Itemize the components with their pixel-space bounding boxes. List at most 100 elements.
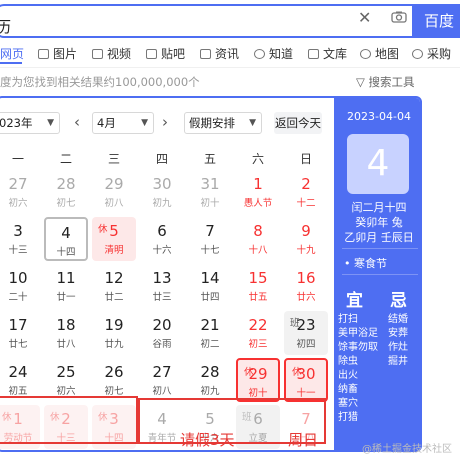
year-select[interactable]: 023年 ▼ xyxy=(0,112,60,134)
day-number: 2 xyxy=(301,175,311,193)
day-number: 9 xyxy=(301,222,311,240)
calendar-day[interactable]: 休 29 初十 xyxy=(236,358,280,402)
day-number: 18 xyxy=(56,316,76,334)
day-number: 28 xyxy=(56,175,76,193)
calendar-day[interactable]: 22 初三 xyxy=(236,311,280,355)
search-tabs: 网页 图片 视频 贴吧 资讯 知道 文库 地图 采购 xyxy=(0,43,460,64)
calendar-day[interactable]: 28 初七 xyxy=(44,170,88,214)
holiday-select[interactable]: 假期安排 ▼ xyxy=(184,112,262,134)
camera-icon[interactable] xyxy=(391,11,407,23)
suitable-item: 打扫 xyxy=(338,314,358,325)
calendar-day[interactable]: 11 廿一 xyxy=(44,264,88,308)
divider xyxy=(0,67,460,68)
search-button[interactable]: 百度 xyxy=(412,4,460,38)
tab-map[interactable]: 地图 xyxy=(360,45,399,62)
weekday-label: 三 xyxy=(107,152,120,166)
tab-zhidao[interactable]: 知道 xyxy=(254,45,293,62)
calendar-day[interactable]: 19 廿九 xyxy=(92,311,136,355)
lunar-day-label: 初九 xyxy=(152,198,172,209)
search-query[interactable]: 历 xyxy=(0,16,11,37)
filter-icon: ▽ xyxy=(356,75,369,89)
calendar-day[interactable]: 4 十四 xyxy=(44,217,88,261)
calendar-day[interactable]: 30 初九 xyxy=(140,170,184,214)
suitable-item: 塞穴 xyxy=(338,398,358,409)
calendar-day[interactable]: 7 十七 xyxy=(188,217,232,261)
calendar-day[interactable]: 14 廿四 xyxy=(188,264,232,308)
lunar-day-label: 愚人节 xyxy=(243,198,273,209)
day-number: 4 xyxy=(61,224,71,242)
tab-tieba[interactable]: 贴吧 xyxy=(146,45,185,62)
calendar-day[interactable]: 3 十三 xyxy=(0,217,40,261)
day-number: 1 xyxy=(253,175,263,193)
chevron-down-icon: ▼ xyxy=(47,118,54,128)
month-select[interactable]: 4月 ▼ xyxy=(92,112,154,134)
calendar-day[interactable]: 20 谷雨 xyxy=(140,311,184,355)
calendar-day[interactable]: 9 十九 xyxy=(284,217,328,261)
day-number: 24 xyxy=(8,363,28,381)
calendar-day[interactable]: 休 5 清明 xyxy=(92,217,136,261)
ganzhi-month-day: 乙卯月 壬辰日 xyxy=(344,231,414,244)
avoid-item: 掘井 xyxy=(388,356,408,367)
calendar-day[interactable]: 31 初十 xyxy=(188,170,232,214)
tab-images[interactable]: 图片 xyxy=(38,45,77,62)
calendar-day[interactable]: 17 廿七 xyxy=(0,311,40,355)
avoid-heading: 忌 xyxy=(390,291,407,311)
day-number: 10 xyxy=(8,269,28,287)
calendar-day[interactable]: 10 二十 xyxy=(0,264,40,308)
lunar-day-label: 二十 xyxy=(8,292,28,303)
calendar-day[interactable]: 29 初八 xyxy=(92,170,136,214)
calendar-day[interactable]: 6 十六 xyxy=(140,217,184,261)
calendar-day[interactable]: 13 廿三 xyxy=(140,264,184,308)
search-input[interactable]: 历 xyxy=(0,4,412,38)
day-number: 12 xyxy=(104,269,124,287)
calendar-day[interactable]: 班 23 初四 xyxy=(284,311,328,355)
tab-purchase[interactable]: 采购 xyxy=(412,45,451,62)
prev-month-icon[interactable]: ‹ xyxy=(74,113,80,131)
calendar-day[interactable]: 28 初九 xyxy=(188,358,232,402)
lunar-day-label: 十四 xyxy=(56,247,76,258)
calendar-day[interactable]: 休 30 十一 xyxy=(284,358,328,402)
tab-wenku[interactable]: 文库 xyxy=(308,45,347,62)
day-number: 27 xyxy=(8,175,28,193)
day-number: 22 xyxy=(248,316,268,334)
clear-icon[interactable]: ✕ xyxy=(358,8,371,27)
lunar-date: 闰二月十四 xyxy=(351,201,407,214)
calendar-day[interactable]: 21 初二 xyxy=(188,311,232,355)
weekday-label: 日 xyxy=(299,152,312,166)
day-number: 23 xyxy=(296,316,316,334)
calendar-day[interactable]: 8 十八 xyxy=(236,217,280,261)
calendar-day[interactable]: 16 廿六 xyxy=(284,264,328,308)
day-number: 3 xyxy=(13,222,23,240)
lunar-day-label: 初五 xyxy=(8,386,28,397)
back-to-today-button[interactable]: 返回今天 xyxy=(274,112,322,134)
search-tools[interactable]: ▽ 搜索工具 xyxy=(356,74,415,90)
lunar-day-label: 十六 xyxy=(152,245,172,256)
lunar-day-label: 廿七 xyxy=(8,339,28,350)
calendar-day[interactable]: 18 廿八 xyxy=(44,311,88,355)
tab-web[interactable]: 网页 xyxy=(0,45,24,62)
chevron-down-icon: ▼ xyxy=(141,118,148,128)
next-month-icon[interactable]: › xyxy=(162,113,168,131)
suitable-item: 馀事勿取 xyxy=(338,342,378,353)
tab-video[interactable]: 视频 xyxy=(92,45,131,62)
weekday-label: 四 xyxy=(155,152,168,166)
day-number: 6 xyxy=(157,222,167,240)
weekday-label: 一 xyxy=(11,152,24,166)
calendar-day[interactable]: 1 愚人节 xyxy=(236,170,280,214)
lunar-day-label: 初十 xyxy=(248,388,268,399)
lunar-day-label: 初八 xyxy=(152,386,172,397)
calendar-day[interactable]: 27 初六 xyxy=(0,170,40,214)
day-number: 26 xyxy=(104,363,124,381)
calendar-day[interactable]: 15 廿五 xyxy=(236,264,280,308)
result-count: 度为您找到相关结果约100,000,000个 xyxy=(0,75,200,89)
lunar-day-label: 清明 xyxy=(104,245,124,256)
lunar-day-label: 廿一 xyxy=(56,292,76,303)
calendar-day[interactable]: 27 初八 xyxy=(140,358,184,402)
calendar-day[interactable]: 12 廿二 xyxy=(92,264,136,308)
lunar-day-label: 十二 xyxy=(296,198,316,209)
lunar-day-label: 十九 xyxy=(296,245,316,256)
calendar-day[interactable]: 2 十二 xyxy=(284,170,328,214)
tab-news[interactable]: 资讯 xyxy=(200,45,239,62)
divider xyxy=(342,248,418,249)
lunar-day-label: 初六 xyxy=(56,386,76,397)
